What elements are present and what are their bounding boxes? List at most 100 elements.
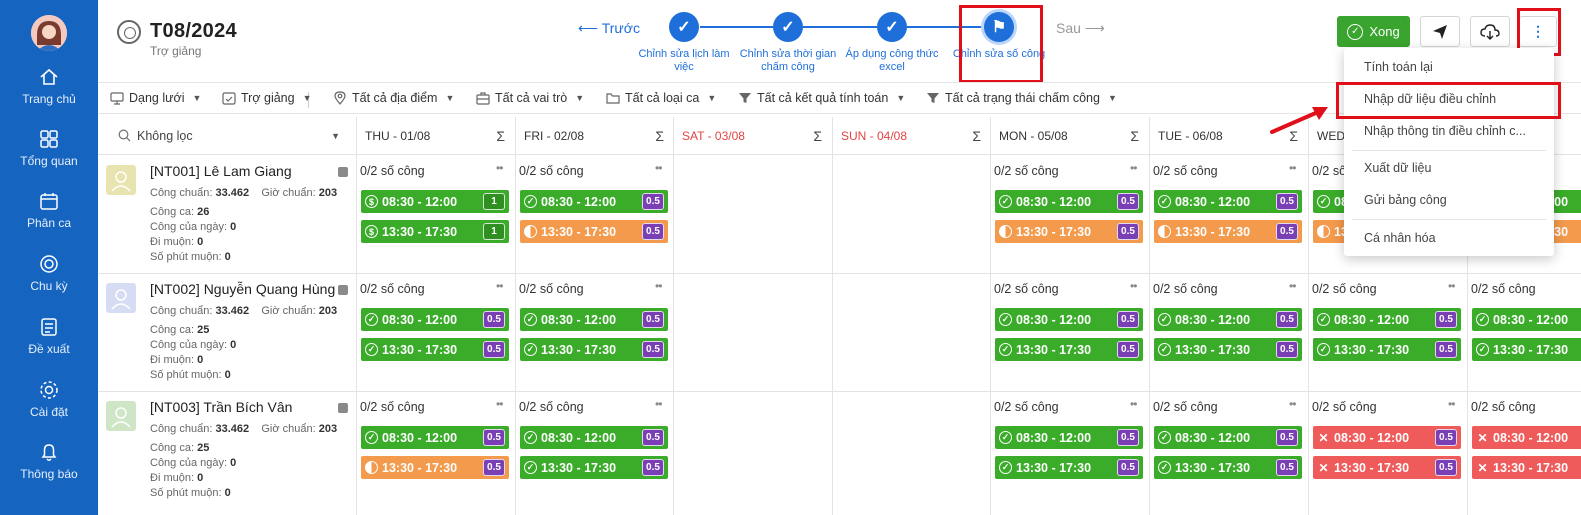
shift-block[interactable]: ✓13:30 - 17:300.5: [995, 338, 1143, 361]
cell-menu-icon[interactable]: ••: [1289, 279, 1296, 293]
day-column-header[interactable]: MON - 05/08 Σ: [990, 117, 1149, 155]
filter-dropdown-2[interactable]: Trợ giảng ▼: [222, 91, 312, 105]
shift-block[interactable]: ✕13:30 - 17:300.5: [1472, 456, 1581, 479]
check-circle-icon: ✓: [365, 343, 378, 356]
menu-item-3[interactable]: Nhập thông tin điều chỉnh c...: [1364, 124, 1526, 138]
step-2[interactable]: ✓ Chỉnh sửa thời gian chấm công: [733, 12, 843, 74]
shift-block[interactable]: 13:30 - 17:30 0.5: [520, 220, 668, 243]
shift-block[interactable]: ✓08:30 - 12:000.5: [1154, 190, 1302, 213]
sum-icon[interactable]: Σ: [813, 128, 822, 144]
shift-block[interactable]: ✓08:30 - 12:000.5: [1154, 308, 1302, 331]
menu-item-6[interactable]: Cá nhân hóa: [1364, 231, 1436, 245]
shift-block[interactable]: ✓13:30 - 17:300.5: [361, 338, 509, 361]
cell-menu-icon[interactable]: ••: [1130, 397, 1137, 411]
sidebar-item-1[interactable]: Trang chủ: [0, 66, 98, 106]
sidebar-item-6[interactable]: Cài đặt: [0, 379, 98, 419]
shift-block[interactable]: ✓08:30 - 12:000.5: [995, 308, 1143, 331]
shift-time: 08:30 - 12:00: [1175, 430, 1251, 445]
shift-block[interactable]: $13:30 - 17:30 1: [361, 220, 509, 243]
cell-menu-icon[interactable]: ••: [1289, 161, 1296, 175]
shift-block[interactable]: ✕08:30 - 12:000.5: [1313, 426, 1461, 449]
shift-block[interactable]: ✓13:30 - 17:300.5: [520, 338, 668, 361]
done-button[interactable]: ✓ Xong: [1337, 16, 1410, 47]
shift-block[interactable]: ✓08:30 - 12:000.5: [995, 426, 1143, 449]
user-avatar[interactable]: [31, 15, 67, 51]
cell-menu-icon[interactable]: ••: [496, 279, 503, 293]
menu-item-5[interactable]: Gửi bảng công: [1364, 193, 1447, 207]
chevron-down-icon: ▼: [192, 93, 202, 103]
day-column-header[interactable]: SAT - 03/08 Σ: [673, 117, 832, 155]
cell-menu-icon[interactable]: ••: [1448, 279, 1455, 293]
sidebar-item-7[interactable]: Thông báo: [0, 441, 98, 481]
sidebar-item-5[interactable]: Đề xuất: [0, 316, 98, 356]
sidebar-item-4[interactable]: Chu kỳ: [0, 253, 98, 293]
shift-block[interactable]: ✕13:30 - 17:300.5: [1313, 456, 1461, 479]
download-button[interactable]: [1470, 16, 1510, 47]
shift-block[interactable]: ✓13:30 - 17:300.5: [520, 456, 668, 479]
shift-block[interactable]: 13:30 - 17:30 0.5: [995, 220, 1143, 243]
filter-dropdown-3[interactable]: Tất cả địa điểm ▼: [333, 91, 454, 105]
sum-icon[interactable]: Σ: [1130, 128, 1139, 144]
cell-menu-icon[interactable]: ••: [1289, 397, 1296, 411]
employee-menu-icon[interactable]: [338, 403, 348, 413]
shift-block[interactable]: ✓08:30 - 12:000.5: [520, 308, 668, 331]
filter-label: Trợ giảng: [241, 91, 295, 105]
cell-menu-icon[interactable]: ••: [1130, 279, 1137, 293]
cell-menu-icon[interactable]: ••: [655, 161, 662, 175]
cell-menu-icon[interactable]: ••: [1130, 161, 1137, 175]
shift-block[interactable]: ✓08:30 - 12:000.5: [361, 426, 509, 449]
sidebar-item-3[interactable]: Phân ca: [0, 190, 98, 230]
shift-block[interactable]: 13:30 - 17:30 0.5: [1154, 220, 1302, 243]
employee-menu-icon[interactable]: [338, 285, 348, 295]
shift-block[interactable]: ✕08:30 - 12:000.5: [1472, 426, 1581, 449]
cell-menu-icon[interactable]: ••: [655, 397, 662, 411]
employee-menu-icon[interactable]: [338, 167, 348, 177]
filter-dropdown-4[interactable]: Tất cả vai trò ▼: [476, 91, 584, 105]
shift-block[interactable]: ✓13:30 - 17:300.5: [995, 456, 1143, 479]
shift-block[interactable]: 13:30 - 17:30 0.5: [361, 456, 509, 479]
step-1[interactable]: ✓ Chỉnh sửa lịch làm việc: [629, 12, 739, 74]
cell-menu-icon[interactable]: ••: [655, 279, 662, 293]
employee-stat: Công ca: 26: [150, 206, 209, 218]
done-button-label: Xong: [1369, 24, 1400, 39]
shift-block[interactable]: ✓08:30 - 12:000.5: [361, 308, 509, 331]
shift-block[interactable]: ✓13:30 - 17:300.5: [1154, 338, 1302, 361]
employee-name[interactable]: [NT001] Lê Lam Giang: [150, 163, 292, 179]
day-column-header[interactable]: THU - 01/08 Σ: [356, 117, 515, 155]
shift-block[interactable]: ✓08:30 - 12:000.5: [1313, 308, 1461, 331]
day-column-header[interactable]: FRI - 02/08 Σ: [515, 117, 674, 155]
employee-name[interactable]: [NT003] Trần Bích Vân: [150, 399, 292, 415]
sum-icon[interactable]: Σ: [655, 128, 664, 144]
day-label: TUE - 06/08: [1158, 128, 1223, 143]
employee-filter-select[interactable]: Không lọc ▼: [98, 117, 356, 155]
shift-block[interactable]: ✓08:30 - 12:000.5: [1472, 308, 1581, 331]
sum-icon[interactable]: Σ: [972, 128, 981, 144]
menu-item-1[interactable]: Tính toán lại: [1364, 60, 1433, 74]
stat-label: Số phút muộn:: [150, 369, 222, 381]
filter-dropdown-6[interactable]: Tất cả kết quả tính toán ▼: [738, 91, 905, 105]
shift-block[interactable]: ✓13:30 - 17:300.5: [1154, 456, 1302, 479]
cell-menu-icon[interactable]: ••: [496, 161, 503, 175]
step-3[interactable]: ✓ Áp dụng công thức excel: [837, 12, 947, 74]
filter-dropdown-1[interactable]: Dạng lưới ▼: [110, 91, 201, 105]
next-step-link[interactable]: Sau ⟶: [1056, 20, 1105, 37]
cell-menu-icon[interactable]: ••: [496, 397, 503, 411]
filter-dropdown-7[interactable]: Tất cả trạng thái chấm công ▼: [926, 91, 1117, 105]
cell-menu-icon[interactable]: ••: [1448, 397, 1455, 411]
shift-block[interactable]: ✓13:30 - 17:300.5: [1313, 338, 1461, 361]
shift-block[interactable]: ✓13:30 - 17:300.5: [1472, 338, 1581, 361]
day-column-header[interactable]: SUN - 04/08 Σ: [832, 117, 991, 155]
shift-block[interactable]: ✓08:30 - 12:000.5: [520, 426, 668, 449]
sidebar-item-2[interactable]: Tổng quan: [0, 128, 98, 168]
sum-icon[interactable]: Σ: [496, 128, 505, 144]
filter-dropdown-5[interactable]: Tất cả loại ca ▼: [606, 91, 716, 105]
employee-name[interactable]: [NT002] Nguyễn Quang Hùng: [150, 281, 335, 297]
shift-block[interactable]: ✓08:30 - 12:000.5: [520, 190, 668, 213]
shift-block[interactable]: $08:30 - 12:00 1: [361, 190, 509, 213]
filter-label: Tất cả trạng thái chấm công: [945, 91, 1100, 105]
menu-item-4[interactable]: Xuất dữ liệu: [1364, 161, 1431, 175]
shift-block[interactable]: ✓08:30 - 12:000.5: [995, 190, 1143, 213]
send-button[interactable]: [1420, 16, 1460, 47]
shift-block[interactable]: ✓08:30 - 12:000.5: [1154, 426, 1302, 449]
cell-work-count: 0/2 số công: [360, 164, 425, 178]
